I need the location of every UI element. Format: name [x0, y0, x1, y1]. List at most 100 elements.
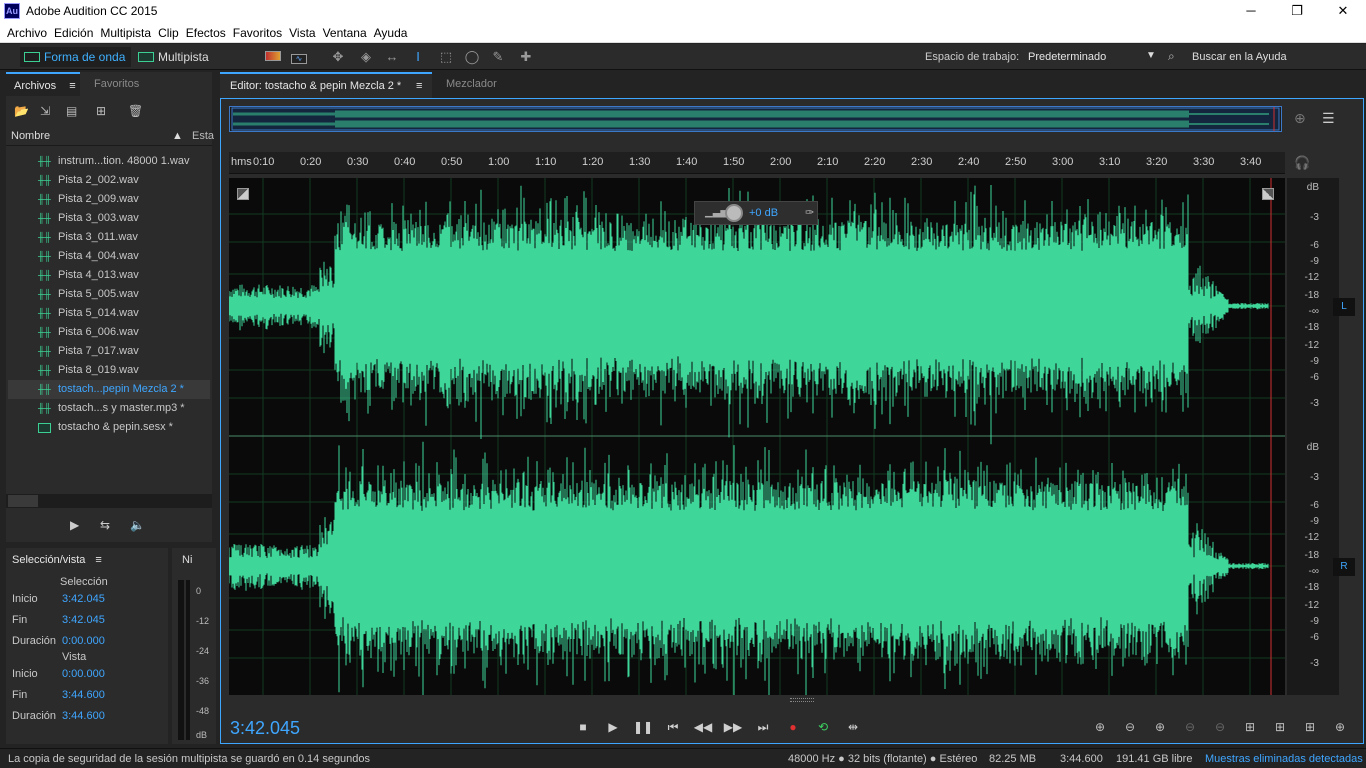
zoom-full-icon[interactable]: ⊕ [1330, 718, 1350, 736]
loop-playback-icon[interactable]: ⟲ [812, 718, 834, 736]
fade-in-handle[interactable] [237, 188, 249, 200]
play-icon[interactable]: ▶ [602, 718, 624, 736]
open-folder-icon[interactable]: 📂 [14, 104, 29, 118]
time-selection-tool-icon[interactable]: I [408, 48, 428, 66]
zoom-in-time-icon[interactable]: ⊕ [1150, 718, 1170, 736]
hud-volume[interactable]: ▁▃▅ +0 dB ✑ [694, 201, 818, 225]
chevron-down-icon[interactable]: ▼ [1146, 50, 1156, 61]
razor-tool-icon[interactable]: ◈ [356, 48, 376, 66]
zoom-out-full-icon[interactable]: ⊖ [1210, 718, 1230, 736]
zoom-icon[interactable]: ⊕ [1294, 110, 1306, 127]
file-list-item[interactable]: ╫╫ Pista 2_009.wav [8, 190, 210, 209]
play-icon[interactable]: ▶ [70, 518, 79, 532]
stop-icon[interactable]: ■ [572, 718, 594, 736]
volume-icon[interactable]: 🔈 [130, 518, 145, 532]
menu-clip[interactable]: Clip [151, 23, 179, 43]
waveform-mode-button[interactable]: Forma de onda [20, 47, 132, 67]
pin-icon[interactable]: ✑ [805, 206, 814, 219]
selection-duration-value[interactable]: 0:00.000 [62, 635, 105, 647]
channel-l-button[interactable]: L [1333, 298, 1355, 316]
menu-ventana[interactable]: Ventana [316, 23, 367, 43]
volume-knob-icon[interactable] [725, 204, 743, 222]
column-name[interactable]: Nombre [11, 130, 50, 142]
file-list-item[interactable]: ╫╫ Pista 6_006.wav [8, 323, 210, 342]
menu-ayuda[interactable]: Ayuda [367, 23, 408, 43]
file-list-item[interactable]: ╫╫ instrum...tion. 48000 1.wav [8, 152, 210, 171]
file-list-item[interactable]: ╫╫ Pista 5_005.wav [8, 285, 210, 304]
spot-healing-tool-icon[interactable]: ✚ [516, 48, 536, 66]
headphones-icon[interactable]: 🎧 [1294, 155, 1310, 171]
pause-icon[interactable]: ❚❚ [632, 718, 654, 736]
file-list-item[interactable]: tostacho & pepin.sesx * [8, 418, 210, 437]
loop-icon[interactable]: ⇆ [100, 518, 110, 532]
zoom-in-point-icon[interactable]: ⊞ [1270, 718, 1290, 736]
workspace-select[interactable]: Predeterminado [1028, 51, 1106, 63]
close-button[interactable]: ✕ [1320, 0, 1366, 23]
file-list-item[interactable]: ╫╫ Pista 4_004.wav [8, 247, 210, 266]
help-search-input[interactable]: Buscar en la Ayuda [1192, 51, 1287, 63]
insert-multitrack-icon[interactable]: ⊞ [96, 104, 106, 118]
channel-r-button[interactable]: R [1333, 558, 1355, 576]
spectral-frequency-icon[interactable] [263, 48, 283, 66]
hud-gain-value[interactable]: +0 dB [749, 207, 778, 219]
file-list-item[interactable]: ╫╫ Pista 3_003.wav [8, 209, 210, 228]
skip-forward-icon[interactable]: ⏭ [752, 718, 774, 736]
fast-forward-icon[interactable]: ▶▶ [722, 718, 744, 736]
file-list-item[interactable]: ╫╫ Pista 8_019.wav [8, 361, 210, 380]
fade-out-handle[interactable] [1262, 188, 1274, 200]
lasso-tool-icon[interactable]: ◯ [462, 48, 482, 66]
overview-bar[interactable] [229, 106, 1282, 132]
menu-edicion[interactable]: Edición [47, 23, 93, 43]
selection-end-value[interactable]: 3:42.045 [62, 614, 105, 626]
resize-grip[interactable] [790, 698, 814, 702]
record-icon[interactable]: ● [782, 718, 804, 736]
skip-back-icon[interactable]: ⏮ [662, 718, 684, 736]
file-list-item[interactable]: ╫╫ tostach...pepin Mezcla 2 * [8, 380, 210, 399]
column-state[interactable]: Esta [192, 130, 214, 142]
file-list-item[interactable]: ╫╫ Pista 7_017.wav [8, 342, 210, 361]
zoom-out-point-icon[interactable]: ⊞ [1300, 718, 1320, 736]
status-dropped-samples[interactable]: Muestras eliminadas detectadas [1205, 753, 1363, 765]
selection-start-value[interactable]: 3:42.045 [62, 593, 105, 605]
view-end-value[interactable]: 3:44.600 [62, 689, 105, 701]
zoom-in-amplitude-icon[interactable]: ⊕ [1090, 718, 1110, 736]
trash-icon[interactable]: 🗑 [128, 104, 143, 118]
menu-multipista[interactable]: Multipista [93, 23, 151, 43]
menu-archivo[interactable]: Archivo [0, 23, 47, 43]
current-time[interactable]: 3:42.045 [230, 718, 300, 739]
brush-tool-icon[interactable]: ✎ [488, 48, 508, 66]
marquee-tool-icon[interactable]: ⬚ [436, 48, 456, 66]
list-icon[interactable]: ☰ [1322, 110, 1335, 127]
view-duration-value[interactable]: 3:44.600 [62, 710, 105, 722]
file-list-item[interactable]: ╫╫ Pista 2_002.wav [8, 171, 210, 190]
move-tool-icon[interactable]: ✥ [328, 48, 348, 66]
tab-editor[interactable]: Editor: tostacho & pepin Mezcla 2 * ≡ [220, 72, 432, 98]
zoom-selection-icon[interactable]: ⊞ [1240, 718, 1260, 736]
time-ruler[interactable]: hms 0:10 0:20 0:30 0:40 0:50 1:00 1:10 1:20 1:30… [229, 152, 1285, 174]
file-list-item[interactable]: ╫╫ tostach...s y master.mp3 * [8, 399, 210, 418]
rewind-icon[interactable]: ◀◀ [692, 718, 714, 736]
skip-selection-icon[interactable]: ⇹ [842, 718, 864, 736]
waveform-display[interactable]: ▁▃▅ +0 dB ✑ [229, 178, 1285, 702]
import-icon[interactable]: ⇲ [40, 104, 50, 118]
menu-favoritos[interactable]: Favoritos [226, 23, 282, 43]
view-start-value[interactable]: 0:00.000 [62, 668, 105, 680]
new-file-icon[interactable]: ▤ [66, 104, 77, 118]
maximize-button[interactable]: ❐ [1274, 0, 1320, 23]
tab-favoritos[interactable]: Favoritos [94, 72, 139, 96]
zoom-out-time-icon[interactable]: ⊖ [1180, 718, 1200, 736]
files-scrollbar[interactable] [6, 494, 212, 508]
menu-vista[interactable]: Vista [282, 23, 315, 43]
file-list-item[interactable]: ╫╫ Pista 5_014.wav [8, 304, 210, 323]
zoom-out-amplitude-icon[interactable]: ⊖ [1120, 718, 1140, 736]
sort-ascending-icon[interactable]: ▲ [172, 130, 183, 142]
minimize-button[interactable]: ─ [1228, 0, 1274, 23]
tab-mixer[interactable]: Mezclador [446, 78, 497, 90]
file-list-item[interactable]: ╫╫ Pista 3_011.wav [8, 228, 210, 247]
tab-archivos[interactable]: Archivos ≡ [6, 72, 80, 96]
spectral-pitch-icon[interactable]: ∿ [289, 48, 309, 66]
file-list-item[interactable]: ╫╫ Pista 4_013.wav [8, 266, 210, 285]
levels-tab[interactable]: Ni [182, 554, 192, 566]
slip-tool-icon[interactable]: ↔ [382, 48, 402, 66]
multitrack-mode-button[interactable]: Multipista [134, 47, 215, 67]
